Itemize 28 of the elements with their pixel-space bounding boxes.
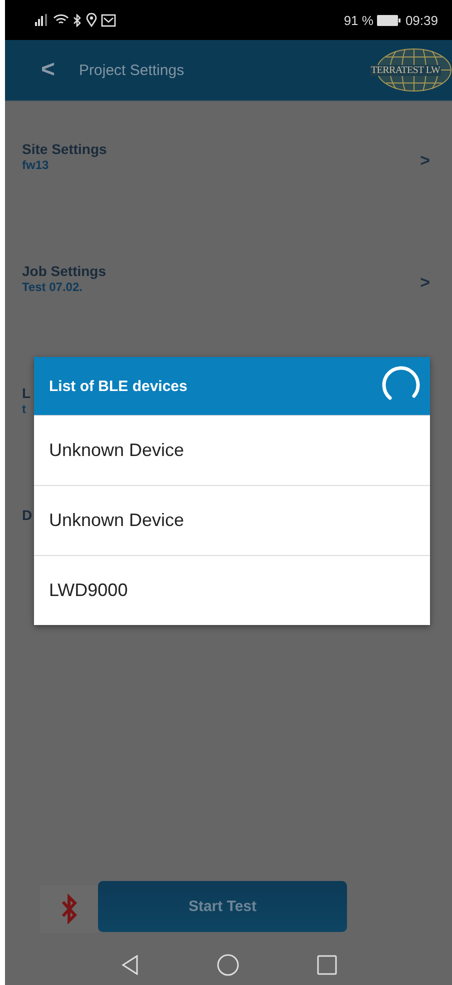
setting-title: L	[22, 385, 31, 401]
chevron[interactable]: >	[420, 273, 430, 293]
battery-percent: 91 %	[344, 12, 374, 28]
company-logo: TERRATEST LW	[370, 48, 452, 92]
wifi-icon	[53, 14, 69, 26]
clock: 09:39	[405, 12, 438, 28]
start-test-button[interactable]: Start Test	[98, 881, 347, 932]
back-button[interactable]: <	[41, 58, 56, 82]
home-nav-icon[interactable]	[216, 954, 238, 976]
setting-value: fw13	[22, 158, 49, 172]
device-item[interactable]: LWD9000	[34, 555, 430, 625]
location-icon	[86, 13, 97, 27]
mail-icon	[101, 14, 116, 26]
setting-value: t	[22, 402, 26, 416]
setting-value: Test 07.02.	[22, 280, 82, 294]
dialog-title: List of BLE devices	[49, 378, 188, 394]
setting-title: Site Settings	[22, 141, 107, 157]
back-nav-icon[interactable]	[120, 955, 138, 975]
device-item[interactable]: Unknown Device	[34, 485, 430, 555]
setting-title: D	[22, 507, 32, 523]
setting-title: Job Settings	[22, 263, 106, 279]
device-item[interactable]: Unknown Device	[34, 415, 430, 485]
page-title: Project Settings	[79, 62, 186, 78]
bluetooth-icon	[73, 14, 82, 26]
chevron[interactable]: >	[420, 151, 430, 171]
recents-nav-icon[interactable]	[316, 955, 336, 975]
signal-icon	[35, 14, 49, 26]
battery-icon	[377, 14, 402, 26]
